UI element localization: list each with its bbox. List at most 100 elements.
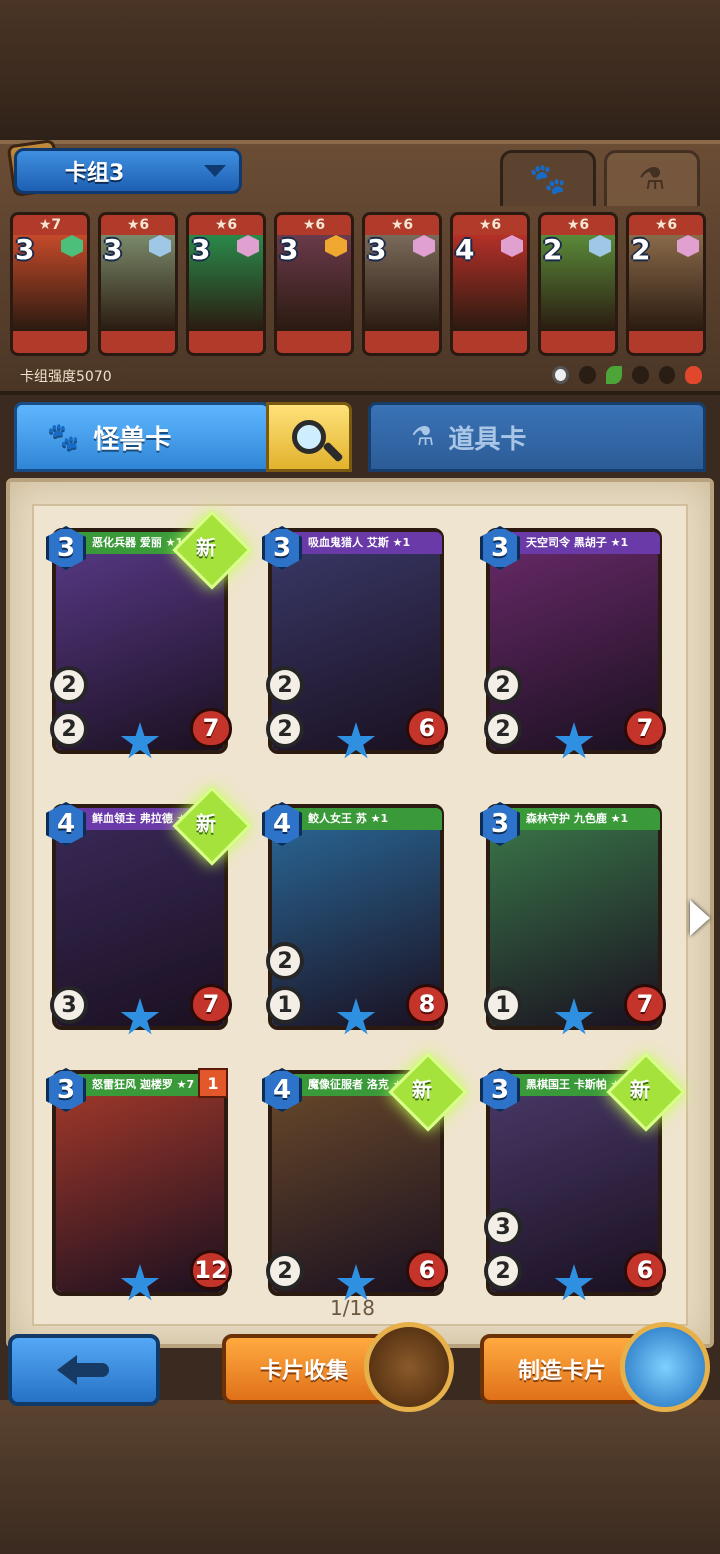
monster-card[interactable]: 吸血鬼猎人 艾斯 ★1 3 2 2 6 — [262, 526, 448, 759]
card-book-icon — [364, 1322, 454, 1412]
potion-icon: ⚗ — [411, 422, 435, 452]
card-health: 6 — [406, 1250, 448, 1290]
deck-card-slot[interactable]: ★6 3 — [186, 212, 266, 356]
element-bird-icon[interactable] — [658, 366, 676, 384]
card-defense: 2 — [266, 666, 304, 704]
search-icon — [292, 420, 326, 454]
deck-card-cost: 3 — [191, 233, 211, 266]
new-badge-label: 新 — [411, 1077, 432, 1102]
deck-card-footer — [13, 331, 87, 353]
deck-card-slot[interactable]: ★6 3 — [98, 212, 178, 356]
deck-card-footer — [541, 331, 615, 353]
card-name: 吸血鬼猎人 艾斯 ★1 — [294, 532, 442, 554]
card-name: 鲛人女王 苏 ★1 — [294, 808, 442, 830]
tab-item-label: 道具卡 — [448, 424, 527, 455]
monster-card[interactable]: 鲛人女王 苏 ★1 4 1 2 8 — [262, 802, 448, 1035]
monster-card[interactable]: 黑棋国王 卡斯帕 ★1 3 2 3 6 新 — [480, 1052, 686, 1301]
tab-item-deck[interactable]: ⚗ — [604, 150, 700, 206]
card-health: 8 — [406, 984, 448, 1024]
card-count-flag: 1 — [198, 1068, 228, 1098]
new-badge-label: 新 — [195, 811, 216, 836]
deck-card-stars: ★7 — [13, 215, 87, 235]
deck-card-cost: 2 — [543, 233, 563, 266]
deck-card-stars: ★6 — [541, 215, 615, 235]
card-collection-label: 卡片收集 — [260, 1359, 349, 1384]
element-neutral-icon[interactable] — [552, 366, 570, 384]
deck-card-stars: ★6 — [629, 215, 703, 235]
deck-name-label: 卡组3 — [65, 161, 125, 186]
search-button[interactable] — [266, 402, 352, 472]
deck-card-footer — [101, 331, 175, 353]
monster-card[interactable]: 森林守护 九色鹿 ★1 3 1 7 — [480, 802, 666, 1035]
element-nature-icon[interactable] — [605, 366, 623, 384]
next-page-arrow-icon[interactable] — [690, 900, 710, 936]
deck-strength: 卡组强度5070 — [20, 369, 112, 385]
card-attack: 2 — [50, 710, 88, 748]
monster-card[interactable]: 鲜血领主 弗拉德 ★1 4 3 7 新 — [46, 786, 252, 1035]
deck-card-slot[interactable]: ★6 2 — [626, 212, 706, 356]
element-dark-icon[interactable] — [579, 366, 596, 384]
craft-card-label: 制造卡片 — [518, 1359, 607, 1384]
card-attack: 2 — [266, 710, 304, 748]
card-name: 森林守护 九色鹿 ★1 — [512, 808, 660, 830]
deck-card-cost: 3 — [103, 233, 123, 266]
deck-card-cost: 2 — [631, 233, 651, 266]
bottom-wood-background — [0, 1400, 720, 1554]
chevron-down-icon[interactable] — [204, 165, 226, 177]
card-defense: 2 — [266, 942, 304, 980]
new-badge-label: 新 — [629, 1077, 650, 1102]
card-attack: 3 — [50, 986, 88, 1024]
paw-icon: 🐾 — [529, 162, 567, 197]
card-health: 7 — [190, 984, 232, 1024]
deck-card-cost: 4 — [455, 233, 475, 266]
monster-card[interactable]: 怒雷狂风 迦楼罗 ★7 3 12 1 — [46, 1068, 232, 1301]
deck-card-footer — [189, 331, 263, 353]
potion-icon: ⚗ — [638, 162, 666, 197]
new-badge-label: 新 — [195, 535, 216, 560]
card-health: 6 — [624, 1250, 666, 1290]
deck-card-stars: ★6 — [277, 215, 351, 235]
card-health: 12 — [190, 1250, 232, 1290]
element-beast-icon[interactable] — [632, 366, 649, 384]
page-indicator: 1/18 — [330, 1296, 375, 1320]
deck-card-slot[interactable]: ★6 3 — [274, 212, 354, 356]
paw-potion-icon — [620, 1322, 710, 1412]
element-fire-icon[interactable] — [685, 366, 703, 384]
card-attack: 2 — [484, 710, 522, 748]
paw-icon: 🐾 — [47, 422, 80, 452]
top-wood-background — [0, 0, 720, 140]
deck-card-stars: ★6 — [365, 215, 439, 235]
deck-card-footer — [453, 331, 527, 353]
monster-card[interactable]: 魔像征服者 洛克 ★1 4 2 6 新 — [262, 1052, 468, 1301]
tab-monster-cards[interactable]: 🐾 怪兽卡 — [14, 402, 270, 472]
card-health: 6 — [406, 708, 448, 748]
card-health: 7 — [624, 708, 666, 748]
card-name: 天空司令 黑胡子 ★1 — [512, 532, 660, 554]
deck-card-slot[interactable]: ★6 4 — [450, 212, 530, 356]
card-defense: 3 — [484, 1208, 522, 1246]
tab-item-cards[interactable]: ⚗ 道具卡 — [368, 402, 706, 472]
deck-card-footer — [277, 331, 351, 353]
card-attack: 1 — [484, 986, 522, 1024]
monster-card[interactable]: 恶化兵器 爱丽 ★1 3 2 2 7 新 — [46, 510, 252, 759]
card-defense: 2 — [50, 666, 88, 704]
deck-card-slot[interactable]: ★6 2 — [538, 212, 618, 356]
deck-card-slot[interactable]: ★7 3 — [10, 212, 90, 356]
back-arrow-icon — [57, 1355, 111, 1385]
tab-monster-label: 怪兽卡 — [93, 424, 172, 455]
card-defense: 2 — [484, 666, 522, 704]
deck-card-footer — [629, 331, 703, 353]
card-attack: 2 — [266, 1252, 304, 1290]
deck-card-stars: ★6 — [101, 215, 175, 235]
deck-card-stars: ★6 — [189, 215, 263, 235]
deck-card-cost: 3 — [15, 233, 35, 266]
deck-card-cost: 3 — [367, 233, 387, 266]
card-health: 7 — [624, 984, 666, 1024]
deck-card-footer — [365, 331, 439, 353]
deck-card-slot[interactable]: ★6 3 — [362, 212, 442, 356]
tab-monster-deck[interactable]: 🐾 — [500, 150, 596, 206]
monster-card[interactable]: 天空司令 黑胡子 ★1 3 2 2 7 — [480, 526, 666, 759]
back-button[interactable] — [8, 1334, 160, 1406]
deck-card-stars: ★6 — [453, 215, 527, 235]
element-filter-row — [552, 364, 703, 386]
